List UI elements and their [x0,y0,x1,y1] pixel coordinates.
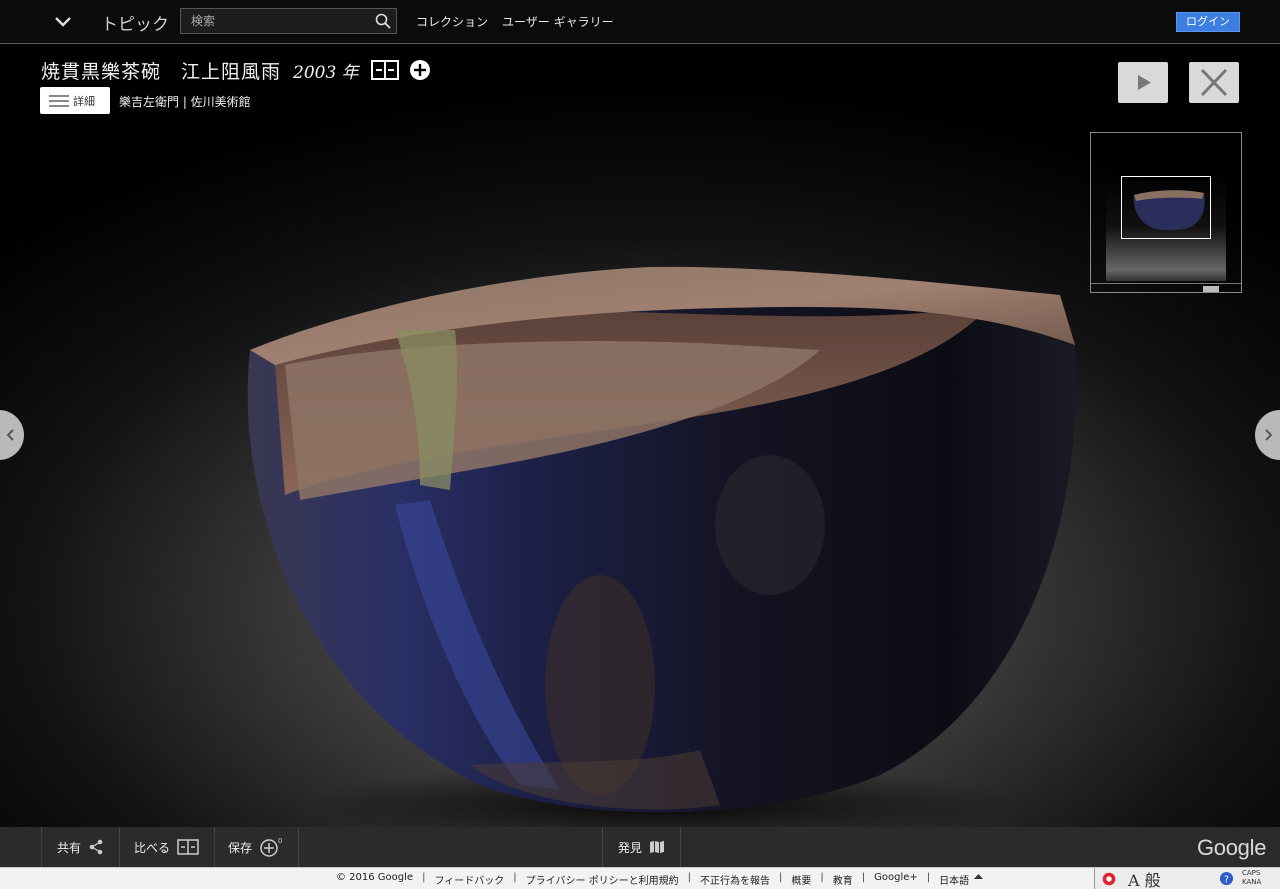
compare-button-label: 比べる [134,840,171,855]
search-icon[interactable] [375,13,391,29]
compare-icon[interactable] [370,60,399,80]
close-icon [1200,68,1228,97]
artwork-viewer[interactable]: 焼貫黒樂茶碗 江上阻風雨 2003 年 詳細 樂吉左衛門 | 佐川美術館 [0,45,1280,827]
footer-copyright: © 2016 Google [336,872,414,883]
login-button[interactable]: ログイン [1176,12,1240,32]
navigator-minimap[interactable] [1090,132,1242,293]
chevron-down-icon[interactable] [52,12,74,32]
save-button-label: 保存 [228,840,253,855]
discover-button-label: 発見 [618,840,643,855]
ime-status-icon[interactable] [1100,870,1118,888]
caps-kana-indicator: CAPS KANA [1242,869,1262,886]
discover-button[interactable]: 発見 [602,827,682,867]
artist-museum-link[interactable]: 樂吉左衛門 | 佐川美術館 [119,93,251,110]
ime-toolbar: A 般 ? CAPS KANA [1094,868,1280,889]
svg-text:?: ? [1224,874,1229,885]
previous-artwork-button[interactable] [0,410,24,460]
help-icon[interactable]: ? [1219,871,1234,886]
caret-up-icon[interactable] [974,872,984,881]
slideshow-play-button[interactable] [1118,62,1168,103]
search-box [180,8,397,34]
chevron-left-icon [6,429,14,441]
footer-report-abuse-link[interactable]: 不正行為を報告 [700,872,770,887]
details-button[interactable]: 詳細 [40,87,110,114]
artwork-title-row: 焼貫黒樂茶碗 江上阻風雨 2003 年 [41,57,431,83]
footer-feedback-link[interactable]: フィードバック [434,872,504,887]
minimap-scrollbar[interactable] [1091,283,1241,292]
nav-collection-link[interactable]: コレクション [416,13,488,30]
page-footer: © 2016 Google | フィードバック | プライバシー ポリシーと利用… [0,867,1280,889]
compare-button[interactable]: 比べる [119,827,216,867]
minimap-scroll-thumb[interactable] [1203,286,1219,292]
minimap-viewport-frame[interactable] [1121,176,1211,239]
search-input[interactable] [181,9,371,33]
ime-input-mode[interactable]: A 般 [1128,867,1161,889]
nav-topic-link[interactable]: トピック [101,10,169,35]
save-count: 0 [278,837,282,845]
bottom-toolbar: 共有 比べる 保存 0 発見 [0,827,1280,867]
save-button[interactable]: 保存 0 [213,827,300,867]
footer-about-link[interactable]: 概要 [791,872,811,887]
chevron-right-icon [1265,429,1273,441]
share-button[interactable]: 共有 [41,827,121,867]
artwork-year: 2003 年 [293,62,359,83]
add-circle-icon: 0 [260,837,282,857]
add-circle-icon[interactable] [409,59,431,81]
share-icon [89,839,103,855]
next-artwork-button[interactable] [1255,410,1280,460]
footer-googleplus-link[interactable]: Google+ [874,872,918,887]
map-icon [650,841,665,853]
footer-language-selector[interactable]: 日本語 [939,872,969,887]
artwork-image [247,266,1076,827]
top-navigation-bar: トピック コレクション ユーザー ギャラリー ログイン [0,0,1280,44]
close-viewer-button[interactable] [1189,62,1239,103]
details-button-label: 詳細 [73,94,95,108]
menu-icon [49,94,69,107]
footer-links: © 2016 Google | フィードバック | プライバシー ポリシーと利用… [336,872,984,887]
play-icon [1138,75,1151,90]
share-button-label: 共有 [57,840,82,855]
nav-user-gallery-link[interactable]: ユーザー ギャラリー [502,13,614,30]
compare-icon [177,839,199,855]
footer-education-link[interactable]: 教育 [833,872,853,887]
footer-privacy-link[interactable]: プライバシー ポリシーと利用規約 [526,872,679,887]
google-logo: Google [1197,835,1267,860]
artwork-title: 焼貫黒樂茶碗 江上阻風雨 [41,60,282,83]
